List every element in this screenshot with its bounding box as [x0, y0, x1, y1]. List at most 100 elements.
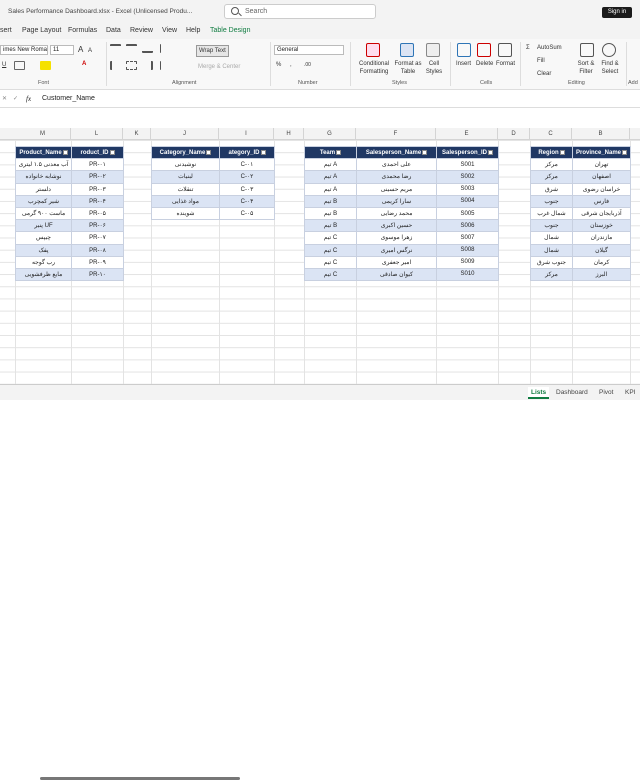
align-middle-icon[interactable]: [126, 44, 137, 53]
find-select-button[interactable]: Find & Select: [598, 60, 622, 76]
table-cell[interactable]: S005: [436, 206, 499, 221]
autosum-icon[interactable]: Σ: [526, 44, 530, 52]
table-cell[interactable]: خوزستان: [572, 219, 631, 233]
column-header[interactable]: C: [530, 128, 572, 140]
table-cell[interactable]: شمال: [530, 243, 573, 257]
table-cell[interactable]: S007: [436, 231, 499, 245]
table-cell[interactable]: کیوان صادقی: [356, 267, 437, 282]
tab-page-layout[interactable]: Page Layout: [22, 27, 61, 34]
column-header[interactable]: F: [356, 128, 436, 140]
table-cell[interactable]: مرکز: [530, 170, 573, 184]
table-cell[interactable]: C-۰۴: [219, 194, 275, 208]
column-header-category-name[interactable]: Category_Name: [151, 145, 220, 160]
table-cell[interactable]: S009: [436, 255, 499, 269]
align-left-icon[interactable]: [110, 61, 121, 70]
column-header-salesperson-name[interactable]: Salesperson_Name: [356, 145, 437, 160]
filter-dropdown-icon[interactable]: [336, 149, 342, 155]
table-cell[interactable]: خراسان رضوی: [572, 182, 631, 196]
table-cell[interactable]: نوشیدنی: [151, 158, 220, 172]
table-cell[interactable]: S010: [436, 267, 499, 282]
enter-icon[interactable]: ✓: [13, 95, 18, 103]
filter-dropdown-icon[interactable]: [206, 149, 212, 155]
tab-review[interactable]: Review: [130, 27, 153, 34]
insert-cells-icon[interactable]: [457, 43, 471, 57]
sheet-tab-kpi[interactable]: KPI: [622, 387, 638, 399]
font-color-icon[interactable]: A: [82, 60, 86, 68]
table-cell[interactable]: تیم C: [304, 267, 357, 282]
table-cell[interactable]: تیم B: [304, 206, 357, 221]
merge-center-button[interactable]: Merge & Center: [198, 63, 240, 71]
sheet-tab-lists[interactable]: Lists: [528, 387, 550, 399]
table-cell[interactable]: سارا کریمی: [356, 194, 437, 208]
tab-help[interactable]: Help: [186, 27, 200, 34]
underline-button[interactable]: U: [2, 61, 6, 69]
table-cell[interactable]: علی احمدی: [356, 158, 437, 172]
column-header[interactable]: B: [572, 128, 630, 140]
table-cell[interactable]: PR-۰۲: [71, 170, 124, 184]
filter-dropdown-icon[interactable]: [559, 149, 565, 155]
table-cell[interactable]: پفک: [15, 243, 72, 257]
table-cell[interactable]: آب معدنی ۱.۵ لیتری: [15, 158, 72, 172]
table-cell[interactable]: تیم C: [304, 255, 357, 269]
sheet-tab-dashboard[interactable]: Dashboard: [553, 387, 591, 399]
table-cell[interactable]: جنوب: [530, 219, 573, 233]
table-cell[interactable]: S008: [436, 243, 499, 257]
table-cell[interactable]: تهران: [572, 158, 631, 172]
table-cell[interactable]: جنوب: [530, 194, 573, 208]
clear-button[interactable]: Clear: [537, 70, 551, 78]
table-cell[interactable]: لبنیات: [151, 170, 220, 184]
table-cell[interactable]: PR-۰۷: [71, 231, 124, 245]
table-cell[interactable]: تیم B: [304, 219, 357, 233]
column-header[interactable]: G: [304, 128, 356, 140]
format-cells-icon[interactable]: [498, 43, 512, 57]
increase-font-icon[interactable]: A: [78, 46, 83, 54]
font-name-dropdown[interactable]: imes New Roman: [0, 45, 48, 55]
format-as-table-icon[interactable]: [400, 43, 414, 57]
table-cell[interactable]: PR-۰۱: [71, 158, 124, 172]
formula-input[interactable]: Customer_Name: [42, 95, 95, 102]
autosum-button[interactable]: AutoSum: [537, 44, 562, 52]
sort-filter-icon[interactable]: [580, 43, 594, 57]
borders-icon[interactable]: [14, 61, 25, 70]
column-header[interactable]: M: [15, 128, 71, 140]
orientation-icon[interactable]: [160, 44, 171, 53]
table-cell[interactable]: مایع ظرفشویی: [15, 267, 72, 282]
column-header[interactable]: K: [123, 128, 151, 140]
table-cell[interactable]: شرق: [530, 182, 573, 196]
conditional-formatting-icon[interactable]: [366, 43, 380, 57]
conditional-formatting-button[interactable]: Conditional Formatting: [355, 60, 393, 76]
column-header[interactable]: I: [219, 128, 274, 140]
table-cell[interactable]: شمال: [530, 231, 573, 245]
column-header-product-id[interactable]: roduct_ID: [71, 145, 124, 160]
column-header[interactable]: H: [274, 128, 304, 140]
table-cell[interactable]: C-۰۳: [219, 182, 275, 196]
column-header[interactable]: E: [436, 128, 498, 140]
table-cell[interactable]: S003: [436, 182, 499, 196]
table-cell[interactable]: مازندران: [572, 231, 631, 245]
align-bottom-icon[interactable]: [142, 44, 153, 53]
table-cell[interactable]: S001: [436, 158, 499, 172]
table-cell[interactable]: مرکز: [530, 158, 573, 172]
table-cell[interactable]: رب گوجه: [15, 255, 72, 269]
table-cell[interactable]: تیم A: [304, 170, 357, 184]
sheet-tab-pivot[interactable]: Pivot: [596, 387, 616, 399]
column-header-region[interactable]: Region: [530, 145, 573, 160]
table-cell[interactable]: مریم حسینی: [356, 182, 437, 196]
table-cell[interactable]: کرمان: [572, 255, 631, 269]
cancel-icon[interactable]: ✕: [2, 95, 7, 103]
table-cell[interactable]: شمال غرب: [530, 206, 573, 221]
table-cell[interactable]: ماست ۹۰۰ گرمی: [15, 206, 72, 221]
column-header[interactable]: D: [498, 128, 530, 140]
table-cell[interactable]: زهرا موسوی: [356, 231, 437, 245]
table-cell[interactable]: اصفهان: [572, 170, 631, 184]
table-cell[interactable]: مواد غذایی: [151, 194, 220, 208]
table-cell[interactable]: جنوب شرق: [530, 255, 573, 269]
tab-table-design[interactable]: Table Design: [210, 27, 250, 34]
insert-function-icon[interactable]: fx: [26, 95, 31, 103]
column-header-category-id[interactable]: ategory_ID: [219, 145, 275, 160]
tab-view[interactable]: View: [162, 27, 177, 34]
table-cell[interactable]: تیم C: [304, 243, 357, 257]
table-cell[interactable]: محمد رضایی: [356, 206, 437, 221]
table-cell[interactable]: PR-۰۵: [71, 206, 124, 221]
number-format-dropdown[interactable]: General: [274, 45, 344, 55]
